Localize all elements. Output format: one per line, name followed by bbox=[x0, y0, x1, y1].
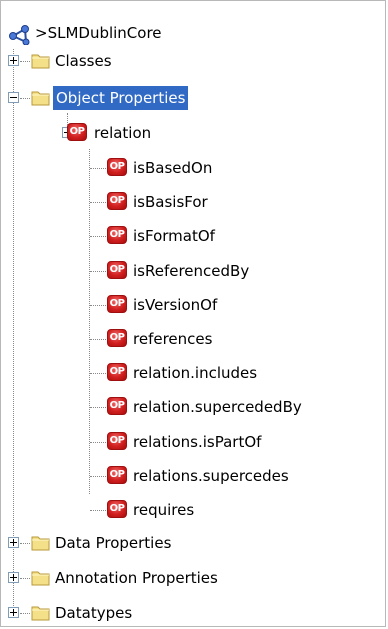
property-label: relations.isPartOf bbox=[133, 433, 262, 451]
expand-icon[interactable] bbox=[8, 55, 19, 66]
tree-line bbox=[90, 373, 106, 374]
property-label: isVersionOf bbox=[133, 296, 218, 314]
folder-icon bbox=[31, 536, 50, 551]
tree-line bbox=[90, 202, 106, 203]
annotation-properties-label: Annotation Properties bbox=[55, 569, 218, 587]
property-label: isBasisFor bbox=[133, 193, 208, 211]
tree-node-property[interactable]: OP isFormatOf bbox=[1, 224, 381, 248]
object-property-icon: OP bbox=[107, 397, 127, 415]
tree-node-property[interactable]: OP relation.includes bbox=[1, 361, 381, 385]
object-property-icon: OP bbox=[107, 329, 127, 347]
tree-root[interactable]: >SLMDublinCore bbox=[1, 21, 381, 45]
tree-line bbox=[20, 543, 30, 544]
tree-node-property[interactable]: OP isBasedOn bbox=[1, 156, 381, 180]
folder-icon bbox=[31, 571, 50, 586]
tree-node-property[interactable]: OP isVersionOf bbox=[1, 293, 381, 317]
tree-line bbox=[20, 61, 30, 62]
object-property-icon: OP bbox=[107, 226, 127, 244]
expand-icon[interactable] bbox=[8, 607, 19, 618]
object-property-icon: OP bbox=[107, 261, 127, 279]
expand-icon[interactable] bbox=[8, 572, 19, 583]
tree-node-property[interactable]: OP relations.isPartOf bbox=[1, 430, 381, 454]
tree-node-datatypes[interactable]: Datatypes bbox=[1, 601, 381, 625]
property-label: relation.supercededBy bbox=[133, 398, 302, 416]
object-property-icon: OP bbox=[107, 432, 127, 450]
datatypes-label: Datatypes bbox=[55, 604, 133, 622]
tree-line bbox=[90, 442, 106, 443]
tree-node-data-properties[interactable]: Data Properties bbox=[1, 531, 381, 555]
tree-node-property[interactable]: OP isBasisFor bbox=[1, 190, 381, 214]
property-label: isFormatOf bbox=[133, 227, 215, 245]
ontology-tree-panel: >SLMDublinCore Classes Object Properties… bbox=[0, 0, 386, 627]
folder-icon bbox=[31, 91, 50, 106]
property-label: references bbox=[133, 330, 213, 348]
tree-line bbox=[20, 578, 30, 579]
tree-line bbox=[90, 271, 106, 272]
tree-line bbox=[90, 305, 106, 306]
tree-line bbox=[90, 476, 106, 477]
property-label: isReferencedBy bbox=[133, 262, 250, 280]
relation-label: relation bbox=[94, 124, 152, 142]
tree-line bbox=[20, 613, 30, 614]
expand-icon[interactable] bbox=[8, 537, 19, 548]
tree-line bbox=[90, 236, 106, 237]
tree-node-property[interactable]: OP isReferencedBy bbox=[1, 259, 381, 283]
object-property-icon: OP bbox=[107, 466, 127, 484]
tree-line bbox=[90, 168, 106, 169]
ontology-icon bbox=[9, 25, 30, 45]
tree-node-property[interactable]: OP relations.supercedes bbox=[1, 464, 381, 488]
object-property-icon: OP bbox=[107, 158, 127, 176]
data-properties-label: Data Properties bbox=[55, 534, 172, 552]
tree-line bbox=[90, 510, 106, 511]
object-property-icon: OP bbox=[107, 295, 127, 313]
object-property-icon: OP bbox=[67, 123, 87, 141]
folder-icon bbox=[31, 54, 50, 69]
tree-node-relation[interactable]: OP relation bbox=[1, 121, 381, 145]
tree-line bbox=[90, 339, 106, 340]
object-properties-label: Object Properties bbox=[53, 86, 189, 110]
property-label: relations.supercedes bbox=[133, 467, 289, 485]
object-property-icon: OP bbox=[107, 192, 127, 210]
tree-node-annotation-properties[interactable]: Annotation Properties bbox=[1, 566, 381, 590]
property-label: requires bbox=[133, 501, 195, 519]
root-label: >SLMDublinCore bbox=[35, 24, 162, 42]
tree-node-property[interactable]: OP references bbox=[1, 327, 381, 351]
tree-line bbox=[90, 407, 106, 408]
collapse-icon[interactable] bbox=[8, 92, 19, 103]
property-label: relation.includes bbox=[133, 364, 258, 382]
tree-node-property[interactable]: OP relation.supercededBy bbox=[1, 395, 381, 419]
tree-node-classes[interactable]: Classes bbox=[1, 49, 381, 73]
tree-node-property[interactable]: OP requires bbox=[1, 498, 381, 522]
property-label: isBasedOn bbox=[133, 159, 213, 177]
object-property-icon: OP bbox=[107, 363, 127, 381]
folder-icon bbox=[31, 606, 50, 621]
tree-node-object-properties[interactable]: Object Properties bbox=[1, 86, 381, 110]
classes-label: Classes bbox=[55, 52, 112, 70]
tree-line bbox=[20, 98, 30, 99]
object-property-icon: OP bbox=[107, 500, 127, 518]
